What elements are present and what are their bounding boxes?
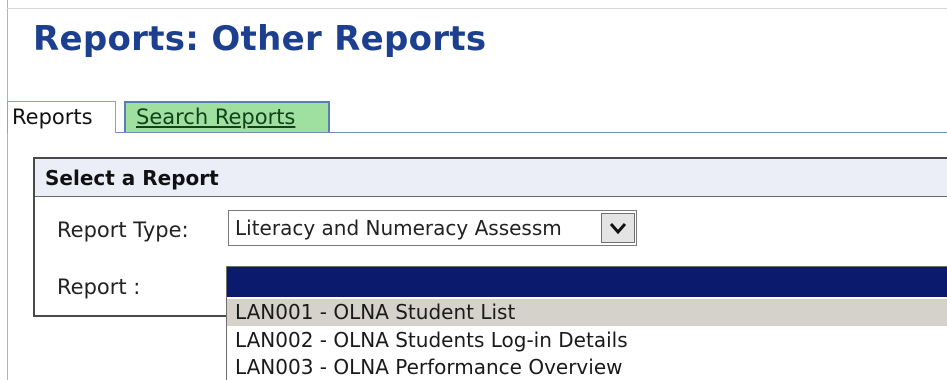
frame-border-left <box>7 0 8 380</box>
report-type-select[interactable]: Literacy and Numeracy Assessm <box>228 210 637 246</box>
report-option-blank[interactable] <box>227 267 947 297</box>
tab-bar-divider <box>116 132 947 133</box>
report-label: Report : <box>57 275 141 299</box>
report-option-lan002[interactable]: LAN002 - OLNA Students Log-in Details <box>227 327 947 354</box>
frame-border-top <box>7 8 947 9</box>
tab-reports[interactable]: Reports <box>7 101 116 133</box>
report-listbox[interactable]: LAN001 - OLNA Student List LAN002 - OLNA… <box>226 266 947 380</box>
report-option-lan001[interactable]: LAN001 - OLNA Student List <box>227 299 947 326</box>
page-title: Reports: Other Reports <box>33 19 487 59</box>
report-type-label: Report Type: <box>57 218 189 242</box>
tab-search-reports[interactable]: Search Reports <box>124 101 330 133</box>
report-option-lan003[interactable]: LAN003 - OLNA Performance Overview <box>227 354 947 380</box>
report-type-dropdown-button[interactable] <box>601 213 635 243</box>
chevron-down-icon <box>609 223 627 235</box>
report-type-value: Literacy and Numeracy Assessm <box>235 216 562 240</box>
panel-header: Select a Report <box>35 159 947 197</box>
